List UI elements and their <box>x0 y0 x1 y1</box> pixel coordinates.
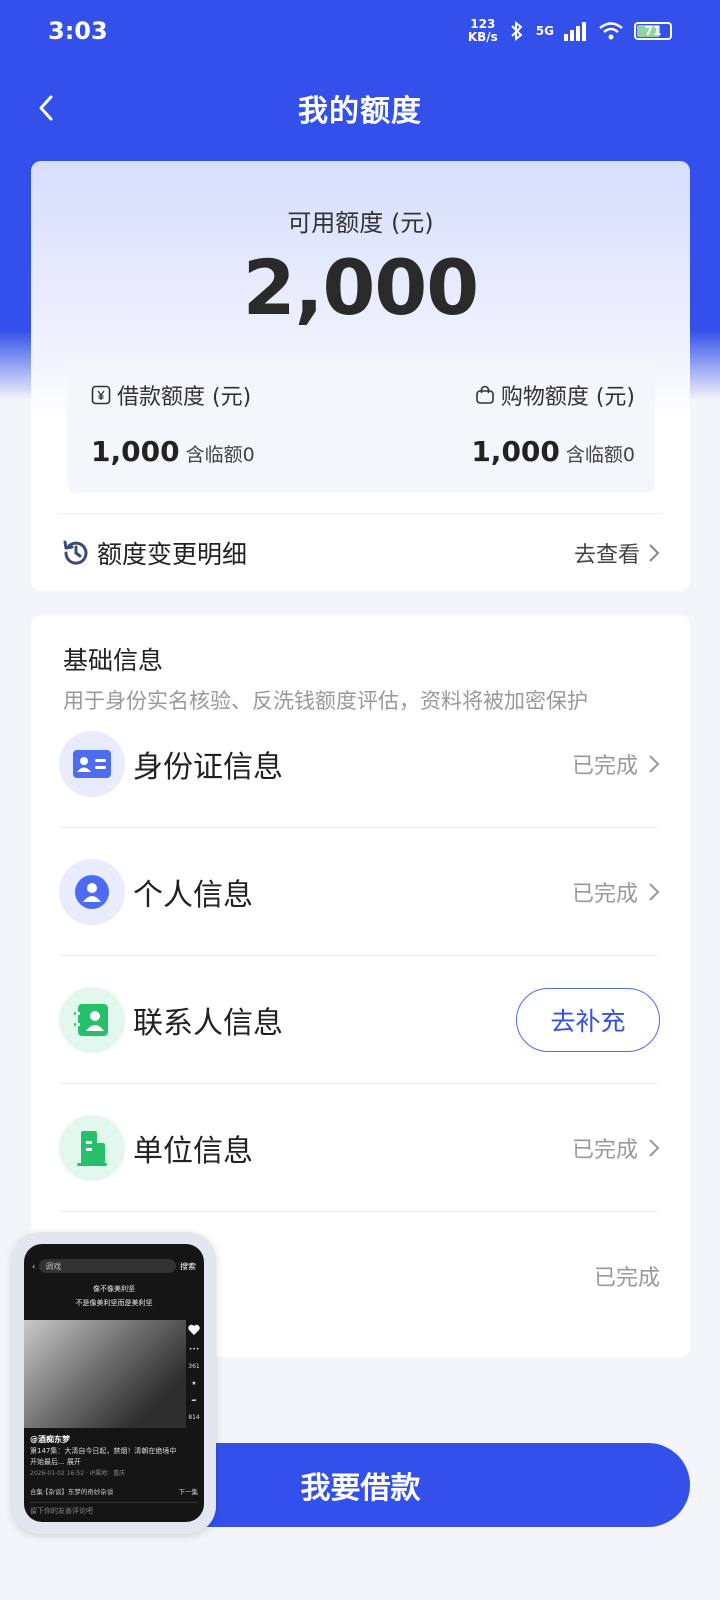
share-icon: ➦ <box>191 1397 197 1404</box>
pip-video-frame <box>24 1320 186 1428</box>
pip-caption: 像不像美利坚 <box>93 1285 135 1293</box>
chevron-right-icon <box>649 882 660 901</box>
battery-icon: 71 <box>634 22 672 40</box>
section-title: 基础信息 <box>63 646 164 675</box>
credit-change-detail-label: 额度变更明细 <box>97 540 248 569</box>
status-completed: 已完成 <box>572 748 660 780</box>
person-icon <box>59 858 125 925</box>
info-row-contacts[interactable]: 联系人信息 去补充 <box>59 956 660 1084</box>
pip-video-screen[interactable]: ‹ 调戏 搜索 像不像美利坚 不是像美利坚而是美利坚 ••• 361 ★ ➦ 8… <box>24 1244 204 1522</box>
nav-header: 我的额度 <box>0 70 720 146</box>
supplement-button[interactable]: 去补充 <box>516 987 660 1052</box>
star-icon: ★ <box>191 1380 197 1387</box>
network-type: 5G <box>535 24 554 38</box>
loan-credit-label: 借款额度 (元) <box>117 385 252 410</box>
pip-video-window[interactable]: ‹ 调戏 搜索 像不像美利坚 不是像美利坚而是美利坚 ••• 361 ★ ➦ 8… <box>12 1232 216 1534</box>
back-button[interactable] <box>28 90 64 126</box>
pip-author: @酒痴东梦 <box>30 1435 70 1444</box>
yen-icon <box>91 385 111 405</box>
pip-collection: 合集·【杂谈】东梦的奇妙杂谈 下一集 <box>30 1488 198 1496</box>
pip-search-bar: ‹ 调戏 搜索 <box>32 1258 196 1274</box>
shopping-credit: 购物额度 (元) 1,000 含临额0 <box>471 379 635 468</box>
wifi-icon <box>599 22 623 40</box>
credit-card: 可用额度 (元) 2,000 借款额度 (元) 1,000 含临额0 购物额度 … <box>31 161 690 591</box>
pip-side-actions: ••• 361 ★ ➦ 814 <box>188 1324 200 1421</box>
info-row-id-card[interactable]: 身份证信息 已完成 <box>59 700 660 828</box>
status-bar: 3:03 123 KB/s 5G 71 <box>0 0 720 62</box>
id-card-icon <box>59 730 125 797</box>
signal-icon <box>564 22 586 41</box>
chevron-left-icon <box>39 95 53 121</box>
heart-icon <box>188 1324 200 1335</box>
comment-icon: ••• <box>188 1346 200 1353</box>
building-icon <box>59 1114 125 1181</box>
status-completed: 已完成 <box>593 1266 660 1291</box>
info-row-employer[interactable]: 单位信息 已完成 <box>59 1084 660 1212</box>
chevron-right-icon <box>649 754 660 773</box>
info-row-label: 联系人信息 <box>133 1005 283 1041</box>
shopping-credit-label: 购物额度 (元) <box>500 385 635 410</box>
network-speed: 123 KB/s <box>467 17 498 44</box>
bluetooth-icon <box>511 20 523 42</box>
info-row-personal[interactable]: 个人信息 已完成 <box>59 828 660 956</box>
info-row-label: 单位信息 <box>133 1133 253 1169</box>
chevron-right-icon <box>649 1138 660 1157</box>
pip-caption: 不是像美利坚而是美利坚 <box>75 1299 153 1307</box>
pip-comment-input: 留下你的友善评论吧 <box>30 1502 198 1516</box>
pip-description: 第147集：大清自今日起，禁烟！清朝在绝境中开始最后... 展开 2026-01… <box>30 1447 177 1477</box>
loan-credit-value: 1,000 <box>91 435 180 468</box>
credit-change-detail-row[interactable]: 额度变更明细 去查看 <box>61 521 660 585</box>
info-row-label: 个人信息 <box>133 877 253 913</box>
status-icons: 123 KB/s 5G 71 <box>468 18 672 44</box>
status-completed: 已完成 <box>572 876 660 908</box>
shopping-credit-value: 1,000 <box>471 435 560 468</box>
divider <box>59 513 662 514</box>
info-row-label: 身份证信息 <box>133 749 283 785</box>
available-credit-value: 2,000 <box>242 243 479 332</box>
loan-credit: 借款额度 (元) 1,000 含临额0 <box>91 379 255 468</box>
chevron-right-icon <box>649 544 660 562</box>
loan-credit-note: 含临额0 <box>185 444 255 466</box>
shopping-bag-icon <box>476 385 494 404</box>
shopping-credit-note: 含临额0 <box>565 444 635 466</box>
status-time: 3:03 <box>48 17 108 45</box>
view-button[interactable]: 去查看 <box>574 537 660 569</box>
credit-breakdown: 借款额度 (元) 1,000 含临额0 购物额度 (元) 1,000 含临额0 <box>67 357 655 493</box>
back-icon: ‹ <box>32 1261 36 1271</box>
contact-icon <box>59 986 125 1053</box>
status-completed: 已完成 <box>572 1132 660 1164</box>
history-icon <box>63 540 88 565</box>
page-title: 我的额度 <box>298 94 422 129</box>
available-credit-label: 可用额度 (元) <box>287 209 434 237</box>
